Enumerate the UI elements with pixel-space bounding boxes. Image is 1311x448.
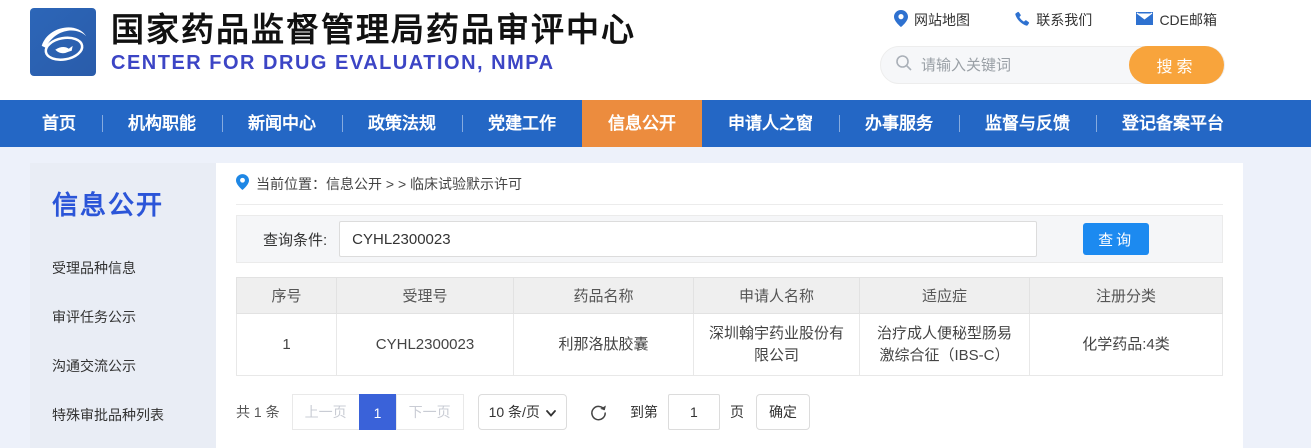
nav-item-supervision[interactable]: 监督与反馈 xyxy=(959,100,1096,147)
page-size-value: 10 条/页 xyxy=(489,402,540,422)
contact-link[interactable]: 联系我们 xyxy=(1014,10,1092,30)
refresh-icon[interactable] xyxy=(589,403,608,422)
pagination: 共 1 条 上一页 1 下一页 10 条/页 到第 页 xyxy=(236,394,1223,430)
sidebar-list: 受理品种信息 审评任务公示 沟通交流公示 特殊审批品种列表 优先审评公示 xyxy=(52,258,216,448)
site-search-input[interactable] xyxy=(921,57,1129,74)
cell-acceptance-number: CYHL2300023 xyxy=(337,314,514,376)
confirm-button[interactable]: 确定 xyxy=(756,394,810,430)
pagination-total: 共 1 条 xyxy=(236,402,280,422)
sitemap-link[interactable]: 网站地图 xyxy=(894,10,970,30)
cde-fish-logo-icon xyxy=(30,8,96,76)
nav-item-applicant-window[interactable]: 申请人之窗 xyxy=(702,100,839,147)
table-header-row: 序号 受理号 药品名称 申请人名称 适应症 注册分类 xyxy=(237,278,1223,314)
site-header: 国家药品监督管理局药品审评中心 CENTER FOR DRUG EVALUATI… xyxy=(0,0,1311,100)
header-registration-class: 注册分类 xyxy=(1030,278,1223,314)
mailbox-link[interactable]: CDE邮箱 xyxy=(1136,10,1217,30)
header-drug-name: 药品名称 xyxy=(514,278,694,314)
next-page-button[interactable]: 下一页 xyxy=(396,394,464,430)
sidebar-item-special-approval[interactable]: 特殊审批品种列表 xyxy=(52,405,216,425)
nav-item-info-disclosure[interactable]: 信息公开 xyxy=(582,100,702,147)
site-titles: 国家药品监督管理局药品审评中心 CENTER FOR DRUG EVALUATI… xyxy=(111,10,636,75)
site-title-cn: 国家药品监督管理局药品审评中心 xyxy=(111,10,636,50)
nav-item-home[interactable]: 首页 xyxy=(16,100,102,147)
header-indication: 适应症 xyxy=(860,278,1030,314)
sidebar: 信息公开 受理品种信息 审评任务公示 沟通交流公示 特殊审批品种列表 优先审评公… xyxy=(30,163,216,448)
sidebar-item-communication[interactable]: 沟通交流公示 xyxy=(52,356,216,376)
query-box: 查询条件: 查询 xyxy=(236,215,1223,263)
goto-page-prefix: 到第 xyxy=(630,402,658,422)
header-applicant-name: 申请人名称 xyxy=(694,278,860,314)
goto-page-suffix: 页 xyxy=(730,402,744,422)
mailbox-label: CDE邮箱 xyxy=(1159,10,1217,30)
breadcrumb-text: 当前位置：信息公开 > > 临床试验默示许可 xyxy=(256,174,522,194)
breadcrumb: 当前位置：信息公开 > > 临床试验默示许可 xyxy=(236,163,1223,205)
cell-indication: 治疗成人便秘型肠易激综合征（IBS-C） xyxy=(860,314,1030,376)
sidebar-item-accepted-varieties[interactable]: 受理品种信息 xyxy=(52,258,216,278)
content-row: 信息公开 受理品种信息 审评任务公示 沟通交流公示 特殊审批品种列表 优先审评公… xyxy=(30,163,1243,448)
nav-item-functions[interactable]: 机构职能 xyxy=(102,100,222,147)
header-acceptance-number: 受理号 xyxy=(337,278,514,314)
nav-item-services[interactable]: 办事服务 xyxy=(839,100,959,147)
main-panel: 当前位置：信息公开 > > 临床试验默示许可 查询条件: 查询 序号 受理号 药… xyxy=(216,163,1243,448)
nav-item-news[interactable]: 新闻中心 xyxy=(222,100,342,147)
sitemap-label: 网站地图 xyxy=(914,10,970,30)
current-page-button[interactable]: 1 xyxy=(359,394,397,430)
site-search-bar: 搜索 xyxy=(880,46,1225,84)
logo-area: 国家药品监督管理局药品审评中心 CENTER FOR DRUG EVALUATI… xyxy=(30,8,636,76)
search-icon xyxy=(895,54,913,77)
nav-item-policies[interactable]: 政策法规 xyxy=(342,100,462,147)
pagination-group: 上一页 1 下一页 xyxy=(292,394,464,430)
breadcrumb-pin-icon xyxy=(236,174,249,193)
location-pin-icon xyxy=(894,10,908,30)
goto-page-input[interactable] xyxy=(668,394,720,430)
results-table: 序号 受理号 药品名称 申请人名称 适应症 注册分类 1 CYHL2300023… xyxy=(236,277,1223,376)
header-right: 网站地图 联系我们 CDE邮箱 xyxy=(880,10,1225,84)
cell-applicant-name: 深圳翰宇药业股份有限公司 xyxy=(694,314,860,376)
site-search-button[interactable]: 搜索 xyxy=(1129,46,1224,84)
prev-page-button[interactable]: 上一页 xyxy=(292,394,360,430)
cell-registration-class: 化学药品:4类 xyxy=(1030,314,1223,376)
cde-website-page: 国家药品监督管理局药品审评中心 CENTER FOR DRUG EVALUATI… xyxy=(0,0,1311,448)
page-size-select[interactable]: 10 条/页 xyxy=(478,394,567,430)
site-title-en: CENTER FOR DRUG EVALUATION, NMPA xyxy=(111,52,636,75)
table-row: 1 CYHL2300023 利那洛肽胶囊 深圳翰宇药业股份有限公司 治疗成人便秘… xyxy=(237,314,1223,376)
nav-item-party[interactable]: 党建工作 xyxy=(462,100,582,147)
query-button[interactable]: 查询 xyxy=(1083,223,1149,255)
cell-seq: 1 xyxy=(237,314,337,376)
mail-icon xyxy=(1136,12,1153,28)
query-label: 查询条件: xyxy=(263,229,327,250)
phone-icon xyxy=(1014,11,1030,30)
header-seq: 序号 xyxy=(237,278,337,314)
sidebar-item-review-tasks[interactable]: 审评任务公示 xyxy=(52,307,216,327)
contact-label: 联系我们 xyxy=(1036,10,1092,30)
chevron-down-icon xyxy=(546,404,556,420)
cell-drug-name: 利那洛肽胶囊 xyxy=(514,314,694,376)
sidebar-title: 信息公开 xyxy=(52,185,216,222)
top-links: 网站地图 联系我们 CDE邮箱 xyxy=(880,10,1225,30)
query-input[interactable] xyxy=(339,221,1037,257)
main-nav: 首页 机构职能 新闻中心 政策法规 党建工作 信息公开 申请人之窗 办事服务 监… xyxy=(0,100,1311,147)
nav-item-registration-platform[interactable]: 登记备案平台 xyxy=(1096,100,1250,147)
